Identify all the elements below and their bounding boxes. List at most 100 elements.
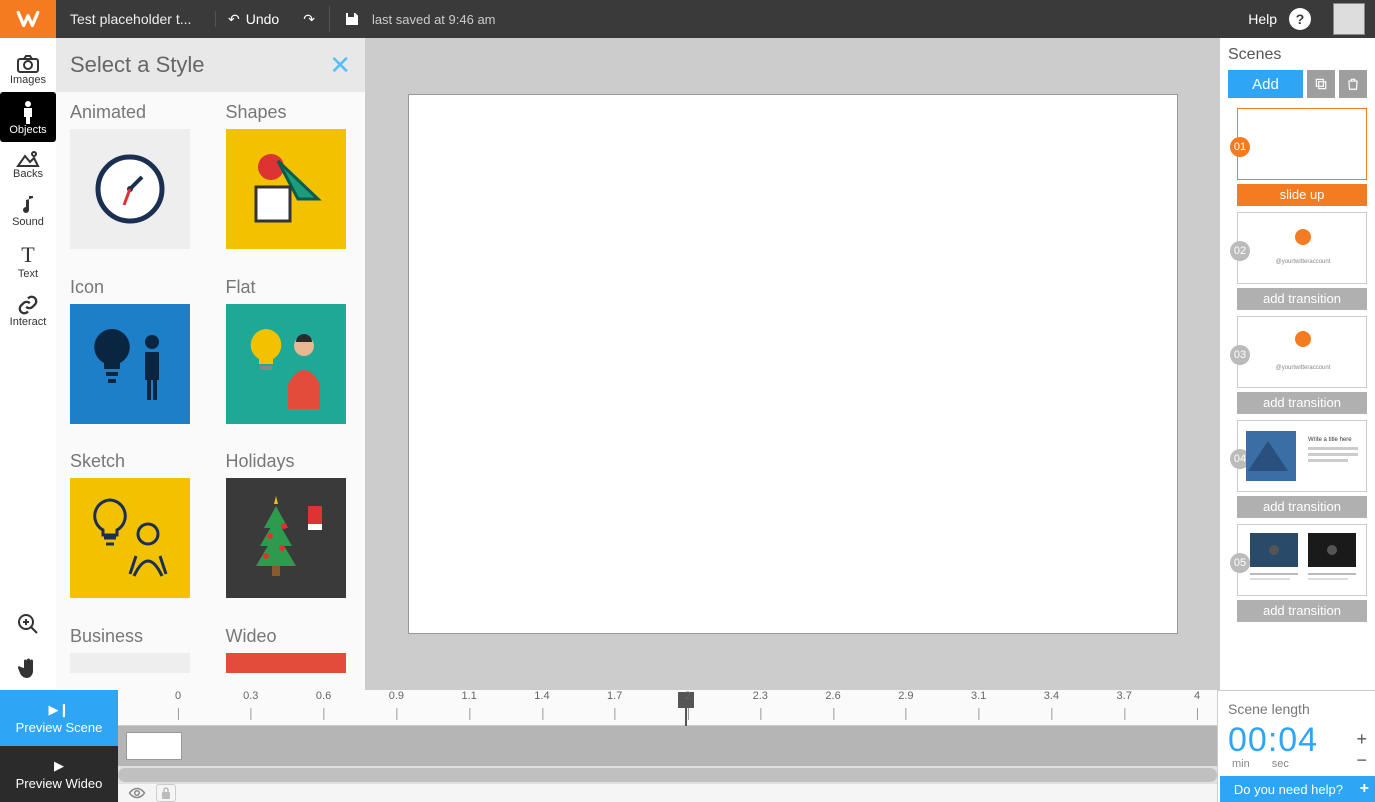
timeline-tick: 3.7 (1117, 690, 1132, 702)
preview-wideo-button[interactable]: ▶ Preview Wideo (0, 746, 118, 802)
save-icon (344, 11, 360, 27)
text-icon: T (21, 242, 34, 268)
style-flat[interactable]: Flat (226, 277, 352, 432)
scene-number: 01 (1230, 137, 1250, 157)
rail-backs[interactable]: Backs (0, 142, 56, 186)
timeline-tick: 2 (684, 690, 690, 702)
style-holidays[interactable]: Holidays (226, 451, 352, 606)
rail-label: Text (18, 268, 38, 280)
music-note-icon (19, 194, 37, 216)
scene-item-1[interactable]: 01 slide up (1228, 108, 1367, 206)
style-label: Sketch (70, 451, 196, 472)
canvas-area (366, 38, 1219, 690)
scene-item-4[interactable]: 04 Write a title here add transition (1228, 420, 1367, 518)
timeline-tick: 0 (175, 690, 181, 702)
timeline-scrollbar[interactable] (118, 766, 1217, 784)
close-icon[interactable]: ✕ (329, 50, 351, 81)
wideo-logo[interactable] (0, 0, 56, 38)
sec-label: sec (1272, 758, 1289, 770)
panel-title: Select a Style (70, 52, 205, 78)
timeline-tick: 0.6 (316, 690, 331, 702)
scene-length-title: Scene length (1228, 701, 1365, 717)
help-bubble-text: Do you need help? (1234, 782, 1343, 797)
style-label: Business (70, 626, 196, 647)
rail-interact[interactable]: Interact (0, 286, 56, 334)
panel-body[interactable]: Animated Shapes Icon Flat Sketch (56, 92, 365, 690)
timeline-ruler[interactable]: 00.30.60.91.11.41.722.32.62.93.13.43.74 (118, 690, 1217, 726)
left-rail: Images Objects Backs Sound T Text Intera… (0, 38, 56, 690)
preview-scene-button[interactable]: ▶❙ Preview Scene (0, 690, 118, 746)
style-label: Flat (226, 277, 352, 298)
scene-list[interactable]: 01 slide up 02 @yourtwitteraccount add t… (1228, 108, 1367, 682)
timeline-tick: 1.4 (534, 690, 549, 702)
top-bar: Test placeholder t... ↶ Undo ↷ last save… (0, 0, 1375, 38)
zoom-tool[interactable] (16, 602, 40, 646)
style-shapes[interactable]: Shapes (226, 102, 352, 257)
camera-icon (16, 54, 40, 74)
increase-length-button[interactable]: + (1356, 729, 1367, 750)
decrease-length-button[interactable]: − (1356, 750, 1367, 771)
project-title[interactable]: Test placeholder t... (56, 11, 216, 27)
save-button[interactable] (332, 0, 372, 38)
rail-sound[interactable]: Sound (0, 186, 56, 234)
transition-button[interactable]: add transition (1237, 600, 1367, 622)
duplicate-scene-button[interactable] (1307, 70, 1335, 98)
transition-button[interactable]: add transition (1237, 496, 1367, 518)
style-label: Shapes (226, 102, 352, 123)
landscape-icon (16, 150, 40, 168)
transition-button[interactable]: add transition (1237, 288, 1367, 310)
redo-icon: ↷ (303, 11, 315, 28)
timeline-tick: 1.1 (461, 690, 476, 702)
canvas[interactable] (408, 94, 1178, 634)
transition-button[interactable]: add transition (1237, 392, 1367, 414)
scene-item-2[interactable]: 02 @yourtwitteraccount add transition (1228, 212, 1367, 310)
rail-label: Objects (9, 124, 46, 136)
rail-label: Images (10, 74, 46, 86)
holidays-thumb (226, 478, 346, 598)
add-scene-button[interactable]: Add (1228, 70, 1303, 98)
style-animated[interactable]: Animated (70, 102, 196, 257)
timeline-clip[interactable] (126, 732, 182, 760)
visibility-icon[interactable] (128, 786, 146, 800)
style-panel: Select a Style ✕ Animated Shapes Icon Fl… (56, 38, 366, 690)
business-thumb (70, 653, 190, 673)
scene-item-5[interactable]: 05 add transition (1228, 524, 1367, 622)
timeline-tick: 4 (1194, 690, 1200, 702)
min-label: min (1232, 758, 1250, 770)
svg-text:@yourtwitteraccount: @yourtwitteraccount (1276, 259, 1331, 265)
delete-scene-button[interactable] (1339, 70, 1367, 98)
rail-images[interactable]: Images (0, 46, 56, 92)
icon-thumb (70, 304, 190, 424)
person-icon (18, 100, 38, 124)
style-business[interactable]: Business (70, 626, 196, 681)
undo-button[interactable]: ↶ Undo (216, 0, 291, 38)
rail-text[interactable]: T Text (0, 234, 56, 286)
style-wideo[interactable]: Wideo (226, 626, 352, 681)
rail-objects[interactable]: Objects (0, 92, 56, 142)
panel-header: Select a Style ✕ (56, 38, 365, 92)
help-button[interactable]: Help ? (1236, 0, 1323, 38)
avatar[interactable] (1333, 3, 1365, 35)
sketch-thumb (70, 478, 190, 598)
transition-button[interactable]: slide up (1237, 184, 1367, 206)
preview-wideo-label: Preview Wideo (16, 776, 103, 791)
hand-tool[interactable] (16, 646, 40, 690)
timeline-tick: 3.4 (1044, 690, 1059, 702)
timeline-tick: 0.9 (389, 690, 404, 702)
help-icon: ? (1289, 8, 1311, 30)
style-icon[interactable]: Icon (70, 277, 196, 432)
style-label: Icon (70, 277, 196, 298)
scenes-panel: Scenes Add 01 slide up 02 @yourtwitterac… (1219, 38, 1375, 690)
style-label: Wideo (226, 626, 352, 647)
timeline-tick: 1.7 (607, 690, 622, 702)
style-sketch[interactable]: Sketch (70, 451, 196, 606)
redo-button[interactable]: ↷ (291, 0, 327, 38)
preview-scene-label: Preview Scene (16, 720, 103, 735)
style-label: Animated (70, 102, 196, 123)
lock-icon[interactable] (156, 784, 176, 802)
scene-item-3[interactable]: 03 @yourtwitteraccount add transition (1228, 316, 1367, 414)
help-bubble[interactable]: Do you need help? + (1220, 776, 1375, 802)
help-label: Help (1248, 11, 1277, 27)
scenes-title: Scenes (1228, 46, 1367, 64)
timeline-track[interactable] (118, 726, 1217, 766)
